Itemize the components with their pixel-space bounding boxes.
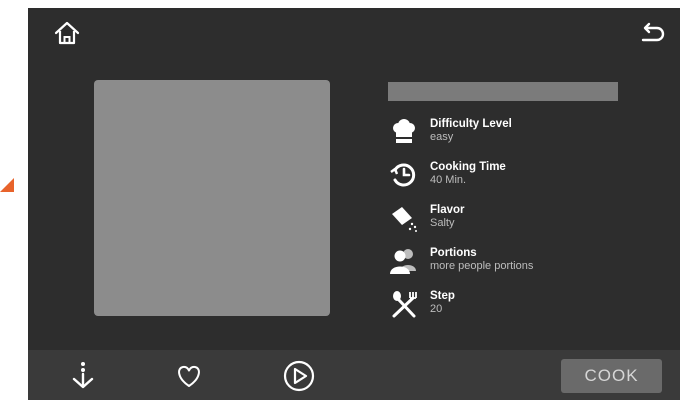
step-label: Step bbox=[430, 290, 455, 302]
cooking-time-label: Cooking Time bbox=[430, 161, 506, 173]
play-button[interactable] bbox=[282, 359, 316, 393]
portions-value: more people portions bbox=[430, 260, 534, 272]
info-portions: Portions more people portions bbox=[388, 243, 668, 286]
info-flavor: Flavor Salty bbox=[388, 200, 668, 243]
recipe-image-placeholder bbox=[94, 80, 330, 316]
flavor-value: Salty bbox=[430, 217, 455, 229]
info-difficulty: Difficulty Level easy bbox=[388, 114, 668, 157]
step-value: 20 bbox=[430, 303, 443, 315]
difficulty-value: easy bbox=[430, 131, 454, 143]
info-cooking-time: Cooking Time 40 Min. bbox=[388, 157, 668, 200]
cooking-time-value: 40 Min. bbox=[430, 174, 467, 186]
download-icon bbox=[72, 362, 94, 389]
download-button[interactable] bbox=[66, 359, 100, 393]
play-icon bbox=[283, 360, 315, 392]
favorite-button[interactable] bbox=[172, 359, 206, 393]
cook-button[interactable]: COOK bbox=[561, 359, 662, 393]
salt-shaker-icon bbox=[392, 207, 417, 232]
recipe-title-placeholder bbox=[388, 82, 618, 101]
side-marker bbox=[0, 178, 14, 192]
home-button[interactable] bbox=[52, 18, 82, 48]
bottom-bar: COOK bbox=[28, 350, 680, 400]
fork-spoon-icon bbox=[392, 291, 417, 318]
info-step: Step 20 bbox=[388, 286, 668, 329]
clock-icon bbox=[390, 163, 416, 187]
recipe-screen: Difficulty Level easy Cooking Time 40 Mi… bbox=[28, 8, 680, 400]
home-icon bbox=[54, 21, 80, 45]
stage: Difficulty Level easy Cooking Time 40 Mi… bbox=[0, 0, 680, 400]
people-icon bbox=[390, 249, 416, 274]
back-button[interactable] bbox=[638, 20, 666, 48]
portions-label: Portions bbox=[430, 247, 477, 259]
difficulty-label: Difficulty Level bbox=[430, 118, 512, 130]
recipe-info-list: Difficulty Level easy Cooking Time 40 Mi… bbox=[388, 114, 668, 329]
top-bar bbox=[28, 8, 680, 58]
chef-hat-icon bbox=[393, 119, 415, 143]
heart-icon bbox=[178, 365, 200, 387]
flavor-label: Flavor bbox=[430, 204, 465, 216]
back-arrow-icon bbox=[641, 22, 665, 42]
